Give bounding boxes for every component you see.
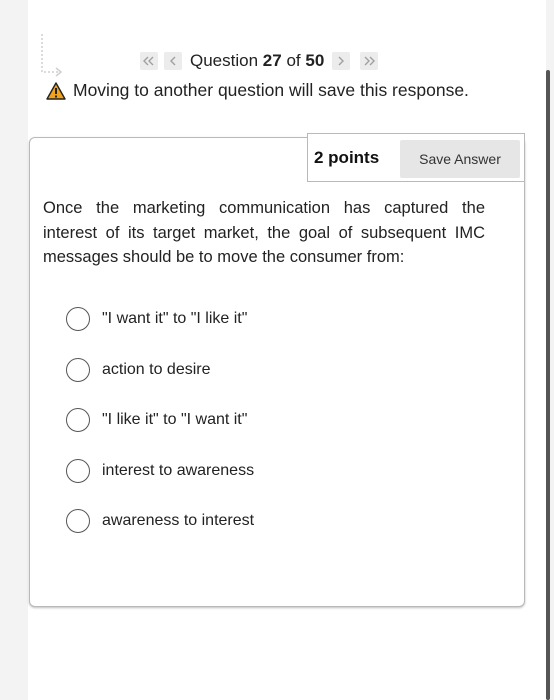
current-question-number: 27 xyxy=(262,51,282,70)
radio-button[interactable] xyxy=(66,357,90,382)
chevron-right-icon xyxy=(338,56,345,66)
answer-option[interactable]: awareness to interest xyxy=(66,496,254,547)
answer-option[interactable]: interest to awareness xyxy=(66,446,254,497)
answer-options: "I want it" to "I like it" action to des… xyxy=(66,294,254,547)
question-text: Once the marketing communication has cap… xyxy=(43,199,485,266)
option-label: awareness to interest xyxy=(102,512,255,530)
scrollbar[interactable] xyxy=(546,70,550,700)
previous-question-button[interactable] xyxy=(164,52,182,70)
radio-button[interactable] xyxy=(66,458,90,483)
last-question-button[interactable] xyxy=(360,52,379,70)
question-navigation: Question 27 of 50 xyxy=(140,48,384,74)
warning-icon xyxy=(46,81,66,100)
points-panel: 2 points Save Answer xyxy=(307,133,525,182)
warning-text: Moving to another question will save thi… xyxy=(73,80,469,100)
next-question-button[interactable] xyxy=(332,52,351,70)
total-questions: 50 xyxy=(305,51,325,70)
option-label: "I like it" to "I want it" xyxy=(102,411,248,429)
of-label: of xyxy=(286,51,301,70)
points-label: 2 points xyxy=(314,148,380,167)
radio-button[interactable] xyxy=(66,509,90,534)
double-chevron-left-icon xyxy=(143,56,154,66)
save-answer-button[interactable]: Save Answer xyxy=(400,140,520,178)
radio-button[interactable] xyxy=(66,307,90,332)
radio-button[interactable] xyxy=(66,408,90,433)
option-label: "I want it" to "I like it" xyxy=(102,310,248,328)
double-chevron-right-icon xyxy=(364,56,376,66)
answer-option[interactable]: "I like it" to "I want it" xyxy=(66,395,254,446)
chevron-left-icon xyxy=(170,56,176,66)
answer-option[interactable]: "I want it" to "I like it" xyxy=(66,294,254,345)
option-label: interest to awareness xyxy=(102,461,255,479)
corner-arrow-icon xyxy=(41,34,63,77)
save-warning: Moving to another question will save thi… xyxy=(46,80,469,101)
first-question-button[interactable] xyxy=(140,52,158,70)
answer-option[interactable]: action to desire xyxy=(66,345,254,396)
question-prefix: Question xyxy=(190,51,259,70)
question-counter: Question 27 of 50 xyxy=(190,51,324,71)
option-label: action to desire xyxy=(102,360,211,378)
